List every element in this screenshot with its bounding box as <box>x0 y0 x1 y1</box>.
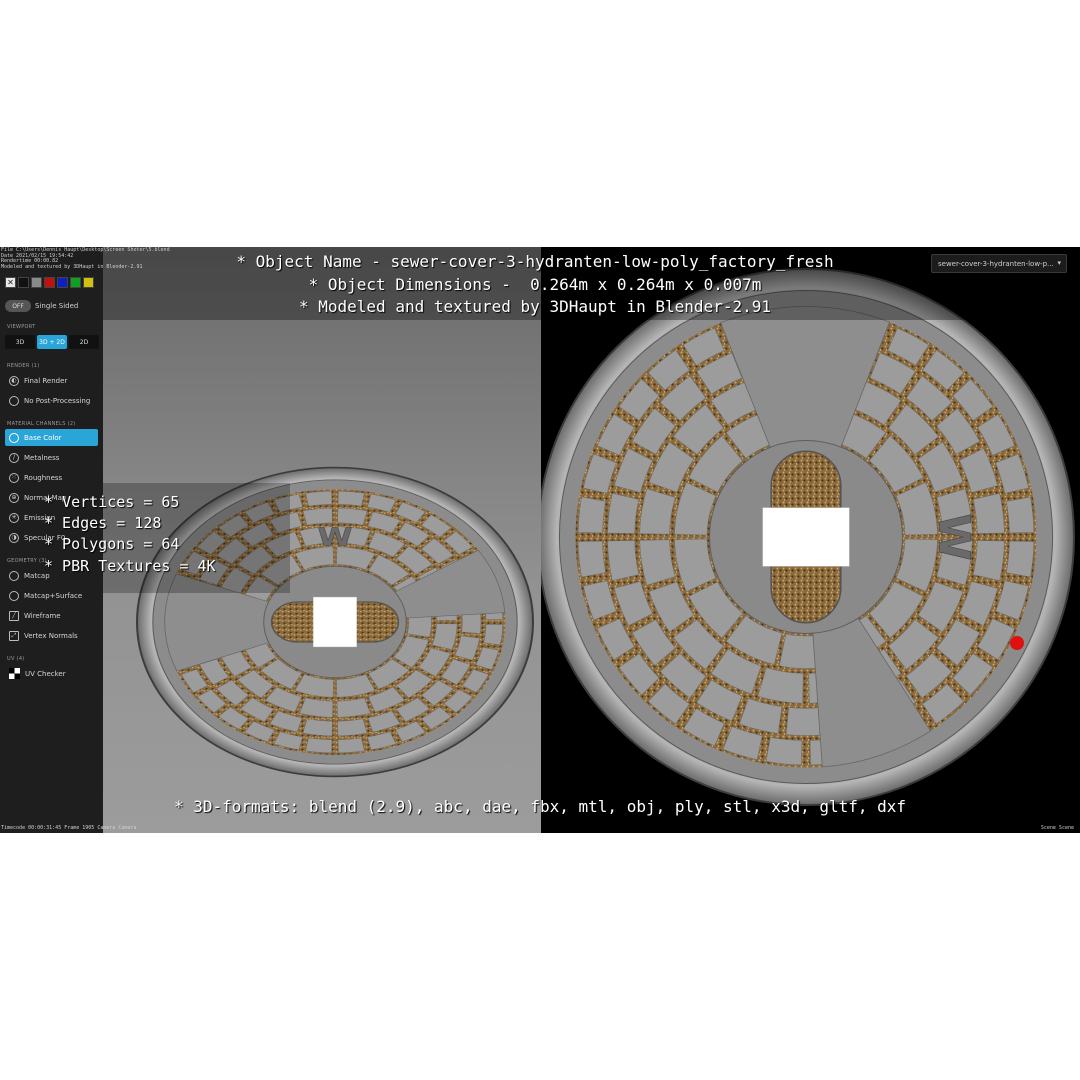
render-section-title: RENDER (1) <box>7 363 40 369</box>
matcap-icon <box>9 570 19 581</box>
uv-checker-label: UV Checker <box>25 669 66 678</box>
grate-tile <box>607 493 640 534</box>
wireframe-item[interactable]: ╱ Wireframe <box>5 607 98 624</box>
final-render-icon: ◐ <box>9 375 19 386</box>
roughness-label: Roughness <box>24 473 63 482</box>
material-section-title: MATERIAL CHANNELS (2) <box>7 421 76 427</box>
wireframe-label: Wireframe <box>24 611 61 620</box>
grate-tile <box>577 496 607 534</box>
center-label-square <box>313 596 357 648</box>
base-color-label: Base Color <box>24 433 62 442</box>
wireframe-icon: ╱ <box>9 610 19 621</box>
matcap-surface-label: Matcap+Surface <box>24 591 83 600</box>
grate-tile <box>639 488 676 535</box>
uv-checker-icon <box>9 668 20 679</box>
status-right: Scene Scene <box>1040 825 1074 831</box>
modeled-by-line: * Modeled and textured by 3DHaupt in Ble… <box>298 297 771 316</box>
specular-icon: ◑ <box>9 532 19 543</box>
grate-tile <box>305 490 333 507</box>
metalness-icon: / <box>9 452 19 463</box>
grate-tile <box>305 737 333 754</box>
cover-letter: W <box>318 523 353 552</box>
edges-stat: * Edges = 128 <box>44 514 162 532</box>
roughness-item[interactable]: ⁙ Roughness <box>5 469 98 486</box>
grate-tile <box>1005 496 1035 534</box>
uv-section-title: UV (4) <box>7 656 25 662</box>
emission-icon: ✳ <box>9 512 19 523</box>
formats-line: * 3D-formats: blend (2.9), abc, dae, fbx… <box>173 797 907 816</box>
status-left: Timecode 00:00:31:45 Frame 1905 Camera C… <box>1 825 137 831</box>
post-processing-icon <box>9 395 19 406</box>
geometry-section-title: GEOMETRY (3) <box>7 558 47 564</box>
viewport-section-title: VIEWPORT <box>7 324 36 330</box>
grate-tile <box>765 736 803 766</box>
grate-tile <box>302 718 333 737</box>
center-label-square <box>762 507 850 567</box>
grate-tile <box>337 490 365 507</box>
uv-checker-item[interactable]: UV Checker <box>5 665 98 682</box>
grate-tile <box>757 667 804 704</box>
object-name-line: * Object Name - sewer-cover-3-hydranten-… <box>236 252 834 271</box>
grate-tile <box>483 624 504 646</box>
red-marker-dot <box>1010 636 1024 650</box>
matcap-surface-icon <box>9 590 19 601</box>
normal-map-icon: ⊕ <box>9 492 19 503</box>
final-render-label: Final Render <box>24 376 68 385</box>
polygons-stat: * Polygons = 64 <box>44 535 180 553</box>
sewer-cover: W <box>541 268 1075 806</box>
viewport-2d-button[interactable]: 2D <box>69 335 99 349</box>
cover-letter: W <box>928 513 978 560</box>
base-color-item[interactable]: Base Color <box>5 429 98 446</box>
viewer-window: W W File C:\Users\Dennis Haupt\Desktop\S… <box>0 247 1080 833</box>
object-dimensions-line: * Object Dimensions - 0.264m x 0.264m x … <box>308 275 762 294</box>
final-render-item[interactable]: ◐ Final Render <box>5 372 98 389</box>
vertex-normals-label: Vertex Normals <box>24 631 78 640</box>
grate-tile <box>607 540 640 581</box>
grate-tile <box>337 718 368 737</box>
viewport-3d-2d-button[interactable]: 3D + 2D <box>37 335 67 349</box>
grate-tile <box>639 539 676 586</box>
metalness-label: Metalness <box>24 453 60 462</box>
vertex-normals-icon: ⤢ <box>9 630 19 641</box>
roughness-icon: ⁙ <box>9 472 19 483</box>
vertex-normals-item[interactable]: ⤢ Vertex Normals <box>5 627 98 644</box>
no-post-processing-label: No Post-Processing <box>24 396 91 405</box>
viewport-3d-button[interactable]: 3D <box>5 335 35 349</box>
base-color-icon <box>9 432 19 443</box>
matcap-surface-item[interactable]: Matcap+Surface <box>5 587 98 604</box>
right-sewer-cover-render: W <box>541 268 1075 806</box>
viewport-mode-switch: 3D 3D + 2D 2D <box>5 335 99 349</box>
metalness-item[interactable]: / Metalness <box>5 449 98 466</box>
grate-tile <box>577 540 607 578</box>
status-bar: Timecode 00:00:31:45 Frame 1905 Camera C… <box>0 824 1080 833</box>
pbr-textures-stat: * PBR Textures = 4K <box>44 557 216 575</box>
no-post-processing-item[interactable]: No Post-Processing <box>5 392 98 409</box>
vertices-stat: * Vertices = 65 <box>44 493 180 511</box>
grate-tile <box>337 737 365 754</box>
right-viewport-2d[interactable]: W <box>541 247 1080 833</box>
grate-tile <box>1005 540 1035 578</box>
